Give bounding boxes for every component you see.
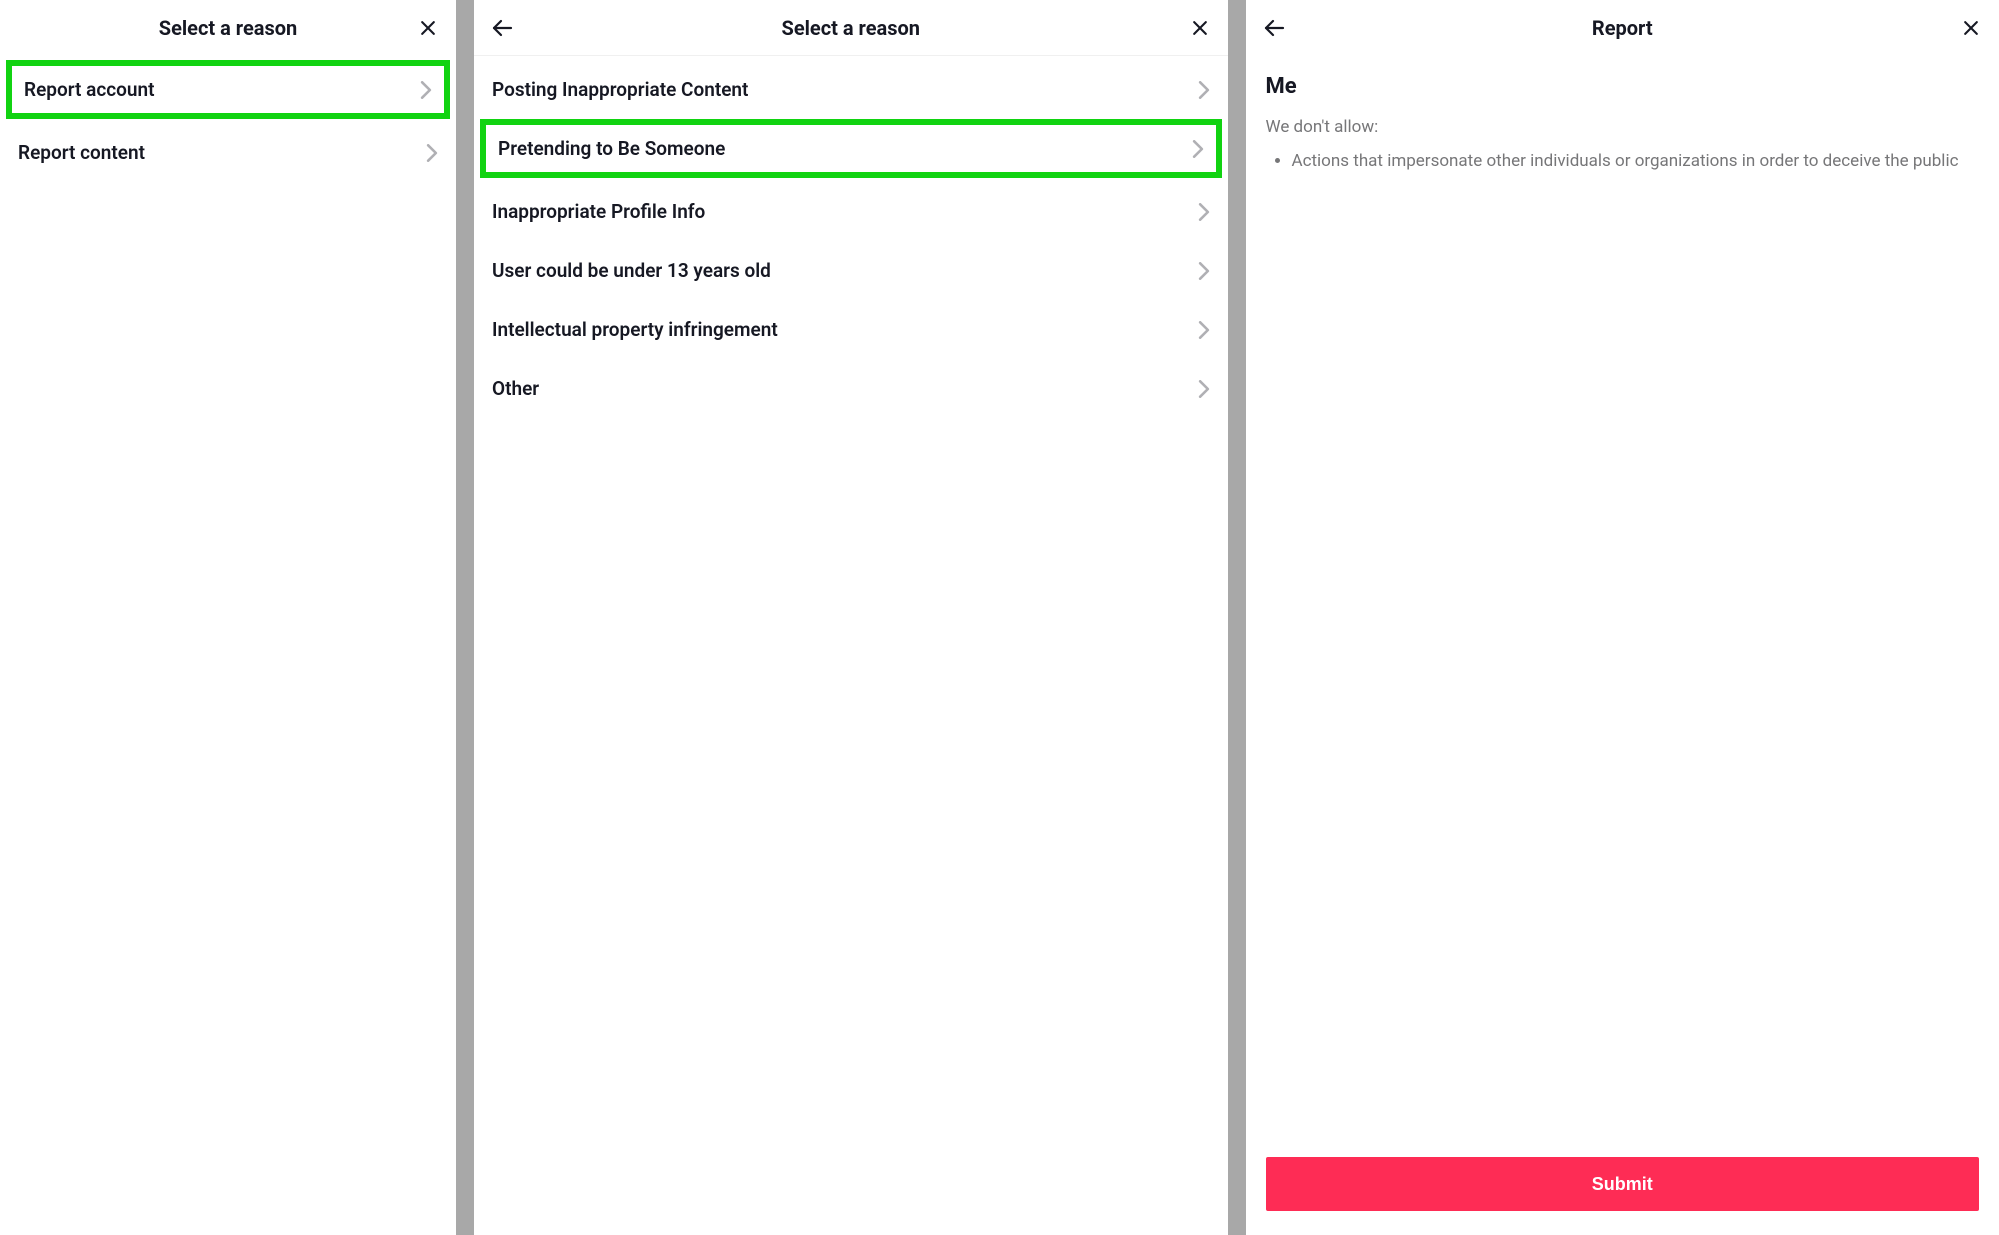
row-report-content[interactable]: Report content xyxy=(0,123,456,182)
chevron-right-icon xyxy=(1198,262,1210,280)
chevron-right-icon xyxy=(1192,140,1204,158)
section-title: Me xyxy=(1266,74,1980,99)
header-title: Select a reason xyxy=(159,16,297,40)
row-under-13[interactable]: User could be under 13 years old xyxy=(474,241,1228,300)
close-icon xyxy=(418,18,438,38)
row-label: Intellectual property infringement xyxy=(492,318,778,341)
submit-button[interactable]: Submit xyxy=(1266,1157,1980,1211)
row-report-account[interactable]: Report account xyxy=(6,60,450,119)
row-other[interactable]: Other xyxy=(474,359,1228,418)
back-button[interactable] xyxy=(488,14,516,42)
row-label: User could be under 13 years old xyxy=(492,259,771,282)
footer: Submit xyxy=(1246,1157,1999,1235)
row-label: Inappropriate Profile Info xyxy=(492,200,705,223)
header: Select a reason xyxy=(474,0,1228,56)
row-pretending[interactable]: Pretending to Be Someone xyxy=(480,119,1222,178)
row-label: Other xyxy=(492,377,539,400)
panel-report: Report Me We don't allow: Actions that i… xyxy=(1246,0,1999,1235)
header: Report xyxy=(1246,0,1999,56)
panel-select-reason-2: Select a reason Posting Inappropriate Co… xyxy=(474,0,1228,1235)
header-title: Select a reason xyxy=(782,16,920,40)
chevron-right-icon xyxy=(1198,203,1210,221)
panel-select-reason-1: Select a reason Report account Report co… xyxy=(0,0,456,1235)
row-label: Report account xyxy=(24,78,155,101)
reason-list: Posting Inappropriate Content Pretending… xyxy=(474,56,1228,418)
reason-list: Report account Report content xyxy=(0,56,456,182)
close-button[interactable] xyxy=(414,14,442,42)
row-profile-info[interactable]: Inappropriate Profile Info xyxy=(474,182,1228,241)
close-button[interactable] xyxy=(1186,14,1214,42)
chevron-right-icon xyxy=(420,81,432,99)
header-title: Report xyxy=(1592,16,1653,40)
disallow-label: We don't allow: xyxy=(1266,117,1980,137)
chevron-right-icon xyxy=(1198,380,1210,398)
disallow-bullet: Actions that impersonate other individua… xyxy=(1292,149,1980,174)
disallow-list: Actions that impersonate other individua… xyxy=(1266,149,1980,174)
chevron-right-icon xyxy=(1198,81,1210,99)
row-label: Report content xyxy=(18,141,145,164)
arrow-left-icon xyxy=(1262,16,1286,40)
chevron-right-icon xyxy=(426,144,438,162)
row-label: Pretending to Be Someone xyxy=(498,137,725,160)
header: Select a reason xyxy=(0,0,456,56)
close-button[interactable] xyxy=(1957,14,1985,42)
row-ip-infringement[interactable]: Intellectual property infringement xyxy=(474,300,1228,359)
back-button[interactable] xyxy=(1260,14,1288,42)
row-label: Posting Inappropriate Content xyxy=(492,78,748,101)
close-icon xyxy=(1961,18,1981,38)
report-content: Me We don't allow: Actions that imperson… xyxy=(1246,56,1999,192)
arrow-left-icon xyxy=(490,16,514,40)
row-posting-inappropriate[interactable]: Posting Inappropriate Content xyxy=(474,60,1228,119)
close-icon xyxy=(1190,18,1210,38)
chevron-right-icon xyxy=(1198,321,1210,339)
